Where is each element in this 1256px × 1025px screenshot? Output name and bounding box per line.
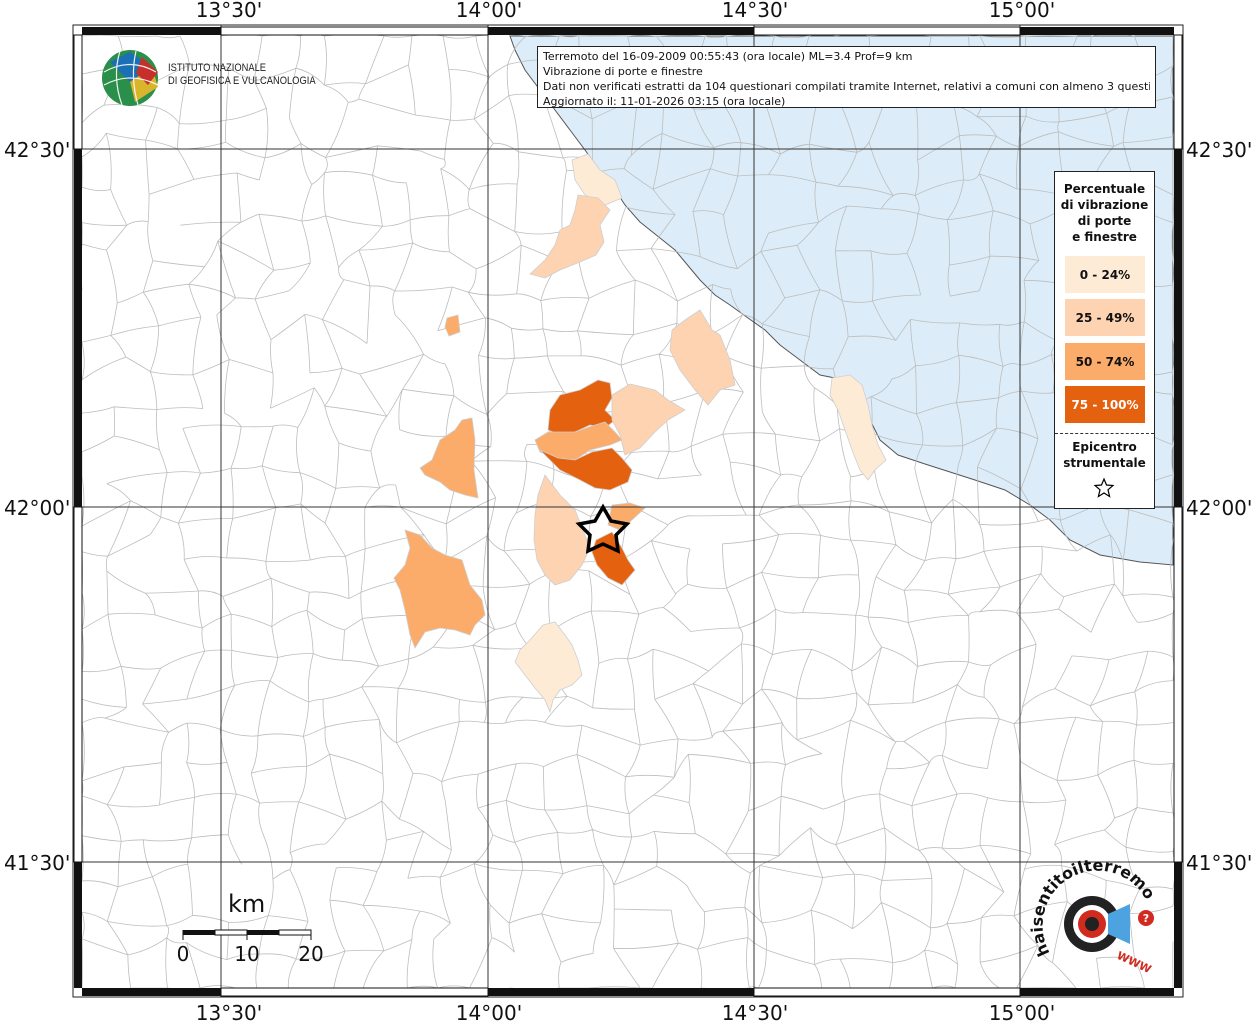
legend-title-line: Percentuale	[1063, 182, 1146, 196]
legend-title: Percentuale di vibrazione di porte e fin…	[1055, 181, 1154, 245]
lon-label-top-2: 14°00'	[455, 0, 523, 22]
legend-separator	[1055, 433, 1154, 434]
lat-label-right-1: 42°30'	[1186, 138, 1253, 162]
legend: Percentuale di vibrazione di porte e fin…	[1054, 171, 1155, 509]
legend-epicenter-line: strumentale	[1063, 456, 1146, 470]
legend-class-label: 50 - 74%	[1075, 354, 1135, 369]
lat-label-right-3: 41°30'	[1186, 851, 1253, 875]
ingv-logo-line1: ISTITUTO NAZIONALE	[168, 62, 267, 74]
legend-epicenter-label: Epicentro strumentale	[1055, 439, 1154, 471]
lat-label-right-2: 42°00'	[1186, 496, 1253, 520]
ingv-logo-line2: DI GEOFISICA E VULCANOLOGIA	[168, 75, 316, 87]
scale-unit: km	[228, 890, 266, 918]
legend-epicenter-line: Epicentro	[1072, 440, 1137, 454]
legend-title-line: di vibrazione	[1060, 198, 1149, 212]
svg-text:WWW: WWW	[1115, 949, 1153, 976]
lon-label-bottom-4: 15°00'	[988, 1001, 1056, 1025]
legend-title-line: e finestre	[1072, 230, 1137, 244]
lon-label-top-3: 14°30'	[721, 0, 789, 22]
scale-tick-10: 10	[234, 942, 260, 966]
legend-class-label: 25 - 49%	[1075, 310, 1135, 325]
scale-tick-0: 0	[176, 942, 190, 966]
ingv-logo-text: ISTITUTO NAZIONALE DI GEOFISICA E VULCAN…	[168, 62, 316, 88]
legend-class-75-100: 75 - 100%	[1065, 386, 1145, 423]
lat-label-left-1: 42°30'	[4, 138, 71, 162]
event-data-note: Dati non verificati estratti da 104 ques…	[543, 80, 1150, 93]
event-info-box: Terremoto del 16-09-2009 00:55:43 (ora l…	[537, 46, 1156, 108]
legend-star-icon	[1093, 477, 1115, 498]
legend-class-label: 0 - 24%	[1079, 267, 1131, 282]
scale-tick-20: 20	[298, 942, 324, 966]
lon-label-top-1: 13°30'	[195, 0, 263, 22]
area-50-74-small	[444, 314, 461, 337]
lon-label-bottom-1: 13°30'	[195, 1001, 263, 1025]
legend-class-50-74: 50 - 74%	[1065, 343, 1145, 380]
lon-label-top-4: 15°00'	[988, 0, 1056, 22]
legend-class-25-49: 25 - 49%	[1065, 299, 1145, 336]
lat-label-left-3: 41°30'	[4, 851, 71, 875]
event-parameter: Vibrazione di porte e finestre	[543, 65, 703, 78]
legend-title-line: di porte	[1077, 214, 1132, 228]
event-title: Terremoto del 16-09-2009 00:55:43 (ora l…	[543, 50, 913, 63]
lon-label-bottom-2: 14°00'	[455, 1001, 523, 1025]
lon-label-bottom-3: 14°30'	[721, 1001, 789, 1025]
haisentito-logo: haisentitoilterremoto.it ? WWW	[1030, 858, 1159, 976]
svg-text:?: ?	[1143, 912, 1149, 925]
lat-label-left-2: 42°00'	[4, 496, 71, 520]
event-updated: Aggiornato il: 11-01-2026 03:15 (ora loc…	[543, 95, 786, 108]
scale-bar: km 0 10 20	[176, 890, 328, 970]
legend-class-label: 75 - 100%	[1071, 397, 1139, 412]
scale-bar-graphic	[182, 929, 312, 940]
legend-class-0-24: 0 - 24%	[1065, 256, 1145, 293]
